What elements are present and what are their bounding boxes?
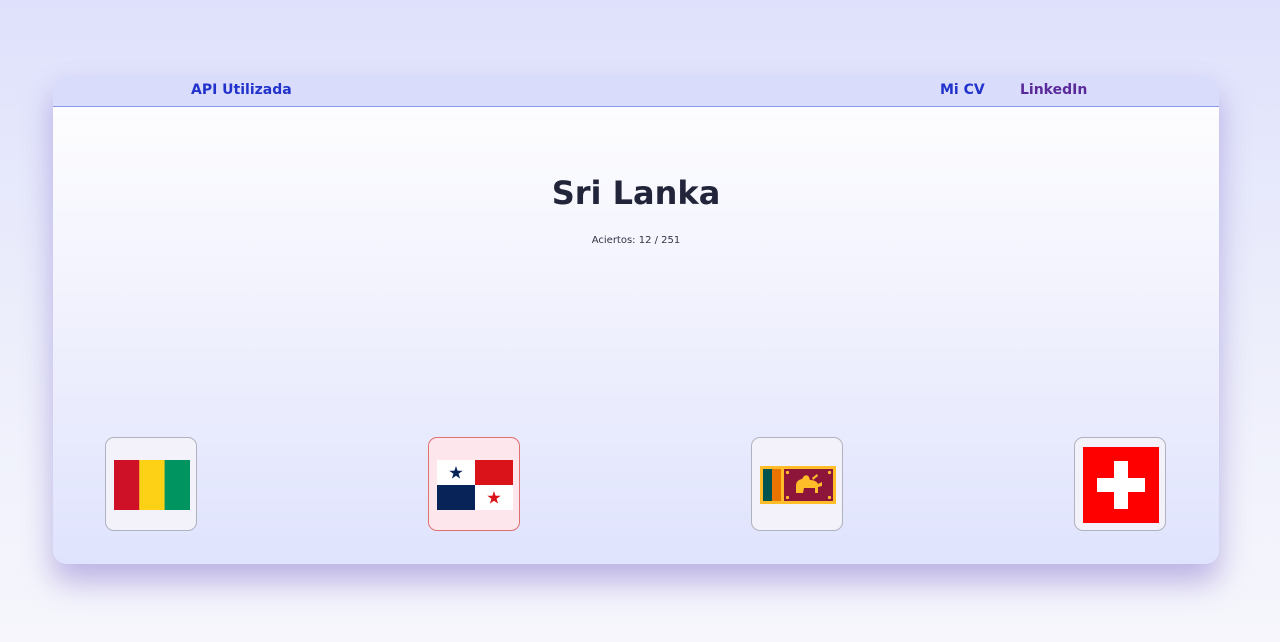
score-text: Aciertos: 12 / 251 [591,235,681,246]
flag-option-2[interactable] [428,437,520,531]
flag-option-4[interactable] [1074,437,1166,531]
api-link[interactable]: API Utilizada [191,82,292,98]
country-name: Sri Lanka [551,174,721,212]
linkedin-link[interactable]: LinkedIn [1020,82,1087,98]
flag-option-3[interactable] [751,437,843,531]
quiz-card: API Utilizada Mi CV LinkedIn Sri Lanka A… [53,75,1219,564]
guinea-flag-icon [114,460,190,510]
navbar: API Utilizada Mi CV LinkedIn [53,75,1219,107]
sri-lanka-flag-icon [760,466,836,504]
flag-option-1[interactable] [105,437,197,531]
switzerland-flag-icon [1083,447,1159,523]
panama-flag-icon [437,460,513,510]
cv-link[interactable]: Mi CV [940,82,985,98]
